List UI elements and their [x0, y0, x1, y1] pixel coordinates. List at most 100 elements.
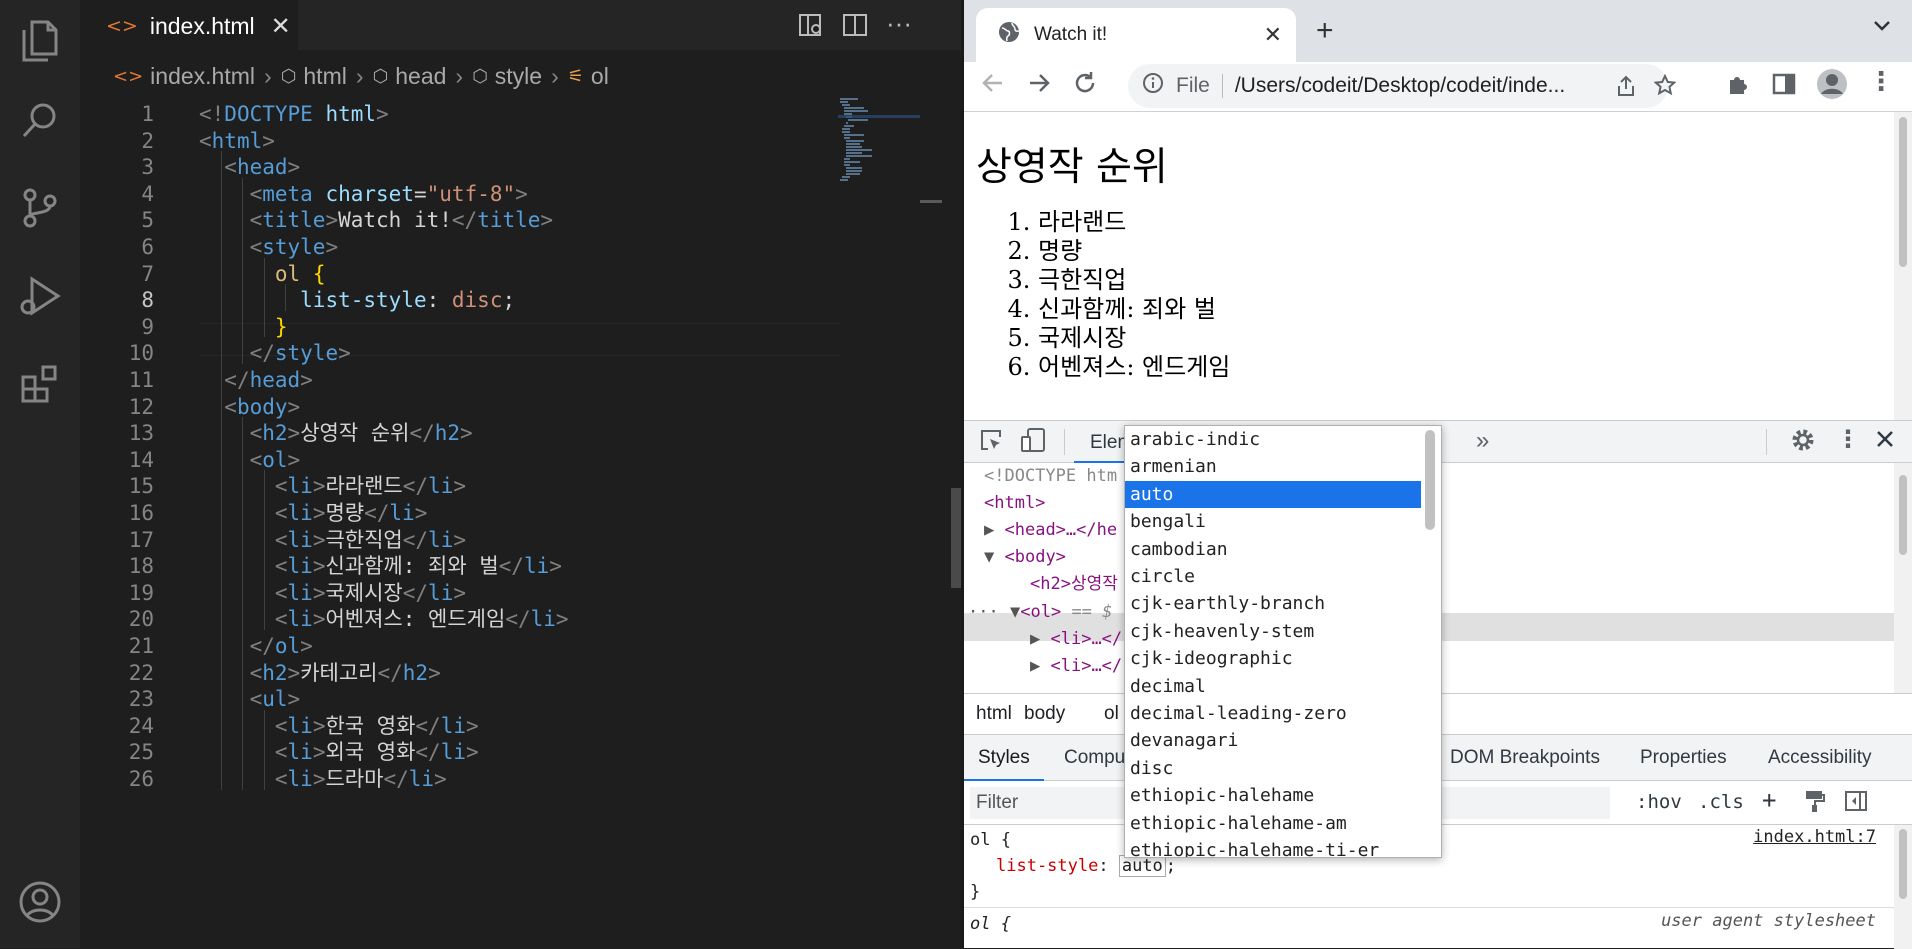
autocomplete-option[interactable]: armenian — [1125, 453, 1421, 480]
minimap[interactable] — [838, 96, 928, 191]
autocomplete-option[interactable]: bengali — [1125, 508, 1421, 535]
crumb-ol[interactable]: ol — [1104, 703, 1119, 725]
tab-styles[interactable]: Styles — [964, 735, 1044, 781]
page-scrollbar[interactable] — [1894, 112, 1912, 420]
autocomplete-option[interactable]: auto — [1125, 480, 1421, 508]
autocomplete-option[interactable]: ethiopic-halehame — [1125, 782, 1421, 809]
dom-row-dots[interactable]: ··· — [968, 599, 999, 626]
dom-li[interactable]: ▶ <li>…</ — [1030, 626, 1122, 653]
styles-scrollbar-thumb[interactable] — [1899, 829, 1907, 899]
new-tab-button[interactable]: + — [1316, 14, 1334, 48]
rule-source-link[interactable]: index.html:7 — [1753, 827, 1876, 847]
dom-body[interactable]: ▼ <body> — [984, 544, 1066, 571]
collapse-arrow-icon[interactable]: ▼ — [984, 547, 994, 567]
info-icon[interactable] — [1142, 72, 1164, 100]
class-toggle-button[interactable]: .cls — [1698, 791, 1744, 813]
breadcrumb-item-style[interactable]: style — [495, 63, 542, 90]
autocomplete-option[interactable]: arabic-indic — [1125, 426, 1421, 453]
more-actions-icon[interactable]: ··· — [886, 8, 912, 39]
collapse-arrow-icon[interactable]: ▼ — [1010, 602, 1020, 622]
extensions-icon[interactable] — [0, 344, 80, 424]
source-control-icon[interactable] — [0, 168, 80, 248]
autocomplete-option[interactable]: ethiopic-halehame-am — [1125, 810, 1421, 837]
dom-head[interactable]: ▶ <head>…</he — [984, 517, 1117, 544]
crumb-html[interactable]: html — [976, 703, 1012, 725]
account-icon[interactable] — [0, 862, 80, 942]
share-icon[interactable] — [1616, 75, 1636, 102]
dom-html[interactable]: <html> — [984, 490, 1045, 517]
close-tab-icon[interactable]: ✕ — [1264, 22, 1282, 48]
chevron-right-icon: › — [455, 62, 464, 89]
dom-h2[interactable]: <h2>상영작 — [1030, 571, 1118, 598]
bookmark-star-icon[interactable] — [1653, 73, 1677, 101]
run-debug-icon[interactable] — [0, 256, 80, 336]
search-icon[interactable] — [0, 80, 80, 160]
url-text[interactable]: /Users/codeit/Desktop/codeit/inde... — [1235, 74, 1565, 98]
autocomplete-option[interactable]: circle — [1125, 563, 1421, 590]
autocomplete-option[interactable]: cambodian — [1125, 536, 1421, 563]
address-bar[interactable]: File /Users/codeit/Desktop/codeit/inde..… — [1128, 64, 1677, 108]
extensions-puzzle-icon[interactable] — [1726, 72, 1750, 102]
autocomplete-dropdown[interactable]: arabic-indic armenian auto bengali cambodian… — [1124, 425, 1442, 858]
back-button[interactable] — [980, 70, 1006, 103]
inspect-element-icon[interactable] — [978, 427, 1004, 460]
tab-search-chevron-icon[interactable] — [1872, 16, 1892, 39]
autocomplete-option[interactable]: disc — [1125, 755, 1421, 782]
dom-doctype[interactable]: <!DOCTYPE htm — [984, 463, 1117, 490]
editor-scrollbar[interactable] — [951, 488, 961, 588]
expand-arrow-icon[interactable]: ▶ — [984, 520, 994, 540]
breadcrumb-item-html[interactable]: html — [303, 63, 346, 90]
forward-button[interactable] — [1026, 70, 1052, 103]
browser-menu-icon[interactable]: ⋮ — [1868, 66, 1894, 97]
tab-accessibility[interactable]: Accessibility — [1768, 747, 1871, 769]
device-toolbar-icon[interactable] — [1020, 427, 1046, 460]
expand-arrow-icon[interactable]: ▶ — [1030, 629, 1040, 649]
toggle-sidebar-icon[interactable] — [1844, 789, 1868, 818]
autocomplete-option[interactable]: decimal-leading-zero — [1125, 700, 1421, 727]
autocomplete-option[interactable]: cjk-heavenly-stem — [1125, 618, 1421, 645]
autocomplete-option[interactable]: cjk-earthly-branch — [1125, 590, 1421, 617]
settings-gear-icon[interactable] — [1790, 427, 1816, 460]
autocomplete-option[interactable]: cjk-ideographic — [1125, 645, 1421, 672]
hover-state-button[interactable]: :hov — [1636, 791, 1682, 813]
breadcrumb-item-ol[interactable]: ol — [591, 63, 609, 90]
open-preview-icon[interactable] — [798, 12, 824, 43]
dom-li[interactable]: ▶ <li>…</ — [1030, 653, 1122, 680]
tab-dom-breakpoints[interactable]: DOM Breakpoints — [1450, 747, 1600, 769]
devtools-menu-icon[interactable]: ⋮ — [1836, 425, 1860, 454]
tab-properties[interactable]: Properties — [1640, 747, 1727, 769]
ranking-list: 라라랜드명량극한직업신과함께: 죄와 벌국제시장어벤져스: 엔드게임 — [1038, 208, 1230, 382]
editor-tab-index-html[interactable]: <> index.html ✕ — [80, 0, 298, 50]
code-editor[interactable]: 1 <!DOCTYPE html> 2 <html> 3 <head> 4 <meta c… — [80, 98, 961, 948]
split-editor-icon[interactable] — [842, 12, 868, 43]
close-devtools-icon[interactable] — [1874, 427, 1896, 458]
breadcrumb-item-file[interactable]: index.html — [150, 63, 255, 90]
side-panel-icon[interactable] — [1772, 72, 1796, 102]
property-name[interactable]: list-style — [996, 856, 1098, 876]
tab-computed[interactable]: Compu — [1064, 747, 1125, 769]
profile-avatar-icon[interactable] — [1816, 68, 1848, 106]
styles-scrollbar[interactable] — [1894, 825, 1912, 949]
expand-arrow-icon[interactable]: ▶ — [1030, 656, 1040, 676]
code-token: < — [249, 181, 263, 206]
paint-roller-icon[interactable] — [1804, 789, 1826, 818]
code-line[interactable]: 26 <li>드라마</li> — [80, 763, 840, 795]
new-style-rule-button[interactable]: + — [1762, 786, 1776, 814]
autocomplete-option[interactable]: devanagari — [1125, 727, 1421, 754]
more-tabs-icon[interactable]: » — [1476, 427, 1489, 455]
explorer-icon[interactable] — [0, 0, 80, 80]
page-scrollbar-thumb[interactable] — [1899, 117, 1907, 267]
rule-selector[interactable]: ol { — [970, 827, 1011, 853]
dom-scrollbar[interactable] — [1894, 463, 1912, 693]
dom-scrollbar-thumb[interactable] — [1899, 475, 1907, 555]
close-tab-icon[interactable]: ✕ — [271, 12, 291, 41]
breadcrumb-item-head[interactable]: head — [395, 63, 446, 90]
autocomplete-option[interactable]: decimal — [1125, 673, 1421, 700]
crumb-body[interactable]: body — [1024, 703, 1065, 725]
reload-button[interactable] — [1072, 70, 1098, 103]
dom-ol[interactable]: ▼<ol> == $ — [1010, 599, 1112, 626]
autocomplete-option[interactable]: ethiopic-halehame-ti-er — [1125, 837, 1421, 857]
autocomplete-scrollbar[interactable] — [1425, 430, 1435, 530]
browser-tab[interactable]: Watch it! ✕ — [976, 8, 1296, 62]
property-value-editor[interactable]: auto — [1118, 855, 1166, 877]
